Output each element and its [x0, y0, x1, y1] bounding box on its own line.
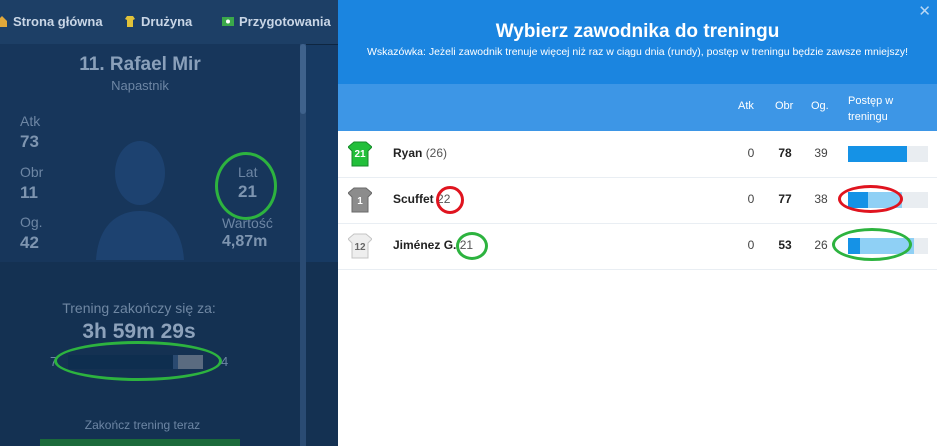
stat-obr-value: 11	[20, 183, 38, 202]
cell-atk: 0	[747, 146, 755, 160]
shirt-icon: 21	[348, 141, 372, 167]
cell-atk: 0	[747, 192, 755, 206]
modal-header: Wybierz zawodnika do treningu Wskazówka:…	[338, 0, 937, 84]
scrollbar-thumb[interactable]	[300, 44, 306, 114]
modal-hint: Wskazówka: Jeżeli zawodnik trenuje więce…	[367, 46, 908, 58]
column-header-progress[interactable]: Postęp w treningu	[848, 93, 918, 125]
nav-item-team[interactable]: Drużyna	[124, 14, 192, 29]
nav-item-training[interactable]: Przygotowania	[222, 14, 331, 29]
close-icon[interactable]: ✕	[918, 2, 931, 20]
column-header-og[interactable]: Og.	[811, 100, 829, 112]
annotation-circle-progress-jimenez	[832, 228, 912, 261]
column-header-atk[interactable]: Atk	[738, 100, 754, 112]
training-bar-end-value: 4	[221, 354, 229, 369]
nav-item-label: Przygotowania	[239, 14, 331, 29]
progress-bar	[848, 146, 928, 162]
shirt-icon	[125, 16, 135, 27]
shirt-number: 21	[354, 149, 366, 160]
nav-item-label: Drużyna	[141, 14, 193, 29]
annotation-circle-training-bar	[54, 341, 222, 381]
player-name: 11. Rafael Mir	[79, 54, 201, 75]
player-position: Napastnik	[111, 78, 169, 93]
shirt-icon: 1	[348, 187, 372, 213]
home-icon	[0, 16, 7, 27]
annotation-circle-age-scuffet	[436, 186, 464, 214]
training-ends-label: Trening zakończy się za:	[62, 300, 216, 316]
table-header: Atk Obr Og. Postęp w treningu	[338, 84, 937, 131]
top-navigation: Strona główna Drużyna Przygotowania	[0, 0, 338, 45]
cell-atk: 0	[747, 238, 755, 252]
cell-og: 39	[814, 146, 828, 160]
cell-obr: 77	[778, 192, 792, 206]
annotation-circle-age-jimenez	[456, 232, 488, 260]
stat-obr-label: Obr	[20, 164, 44, 180]
training-icon	[222, 17, 234, 26]
cell-obr: 53	[778, 238, 792, 252]
stat-atk-label: Atk	[20, 113, 41, 129]
stat-atk-value: 73	[20, 132, 39, 151]
stat-og-value: 42	[20, 233, 39, 252]
shirt-icon: 12	[348, 233, 372, 259]
nav-item-label: Strona główna	[13, 14, 103, 29]
cell-og: 38	[814, 192, 828, 206]
finish-training-button[interactable]	[40, 439, 240, 446]
progress-fill	[848, 146, 907, 162]
modal-title: Wybierz zawodnika do treningu	[495, 21, 780, 42]
cell-obr: 78	[778, 146, 792, 160]
select-player-modal: Wybierz zawodnika do treningu Wskazówka:…	[338, 0, 937, 446]
column-header-obr[interactable]: Obr	[775, 100, 793, 112]
player-name[interactable]: Ryan (26)	[393, 146, 447, 160]
table-row[interactable]: 21 Ryan (26) 0 78 39	[338, 131, 937, 178]
player-age: (26)	[425, 146, 448, 160]
annotation-circle-age	[215, 152, 277, 220]
shirt-number: 1	[357, 196, 363, 207]
annotation-circle-progress-scuffet	[838, 185, 903, 213]
stat-value-value: 4,87m	[222, 233, 268, 250]
player-silhouette-icon	[96, 141, 184, 260]
finish-training-now-link[interactable]: Zakończ trening teraz	[0, 418, 285, 432]
shirt-number: 12	[354, 242, 366, 253]
nav-item-home[interactable]: Strona główna	[0, 14, 103, 29]
stat-og-label: Og.	[20, 214, 43, 230]
background-page: Strona główna Drużyna Przygotowania 11. …	[0, 0, 338, 446]
